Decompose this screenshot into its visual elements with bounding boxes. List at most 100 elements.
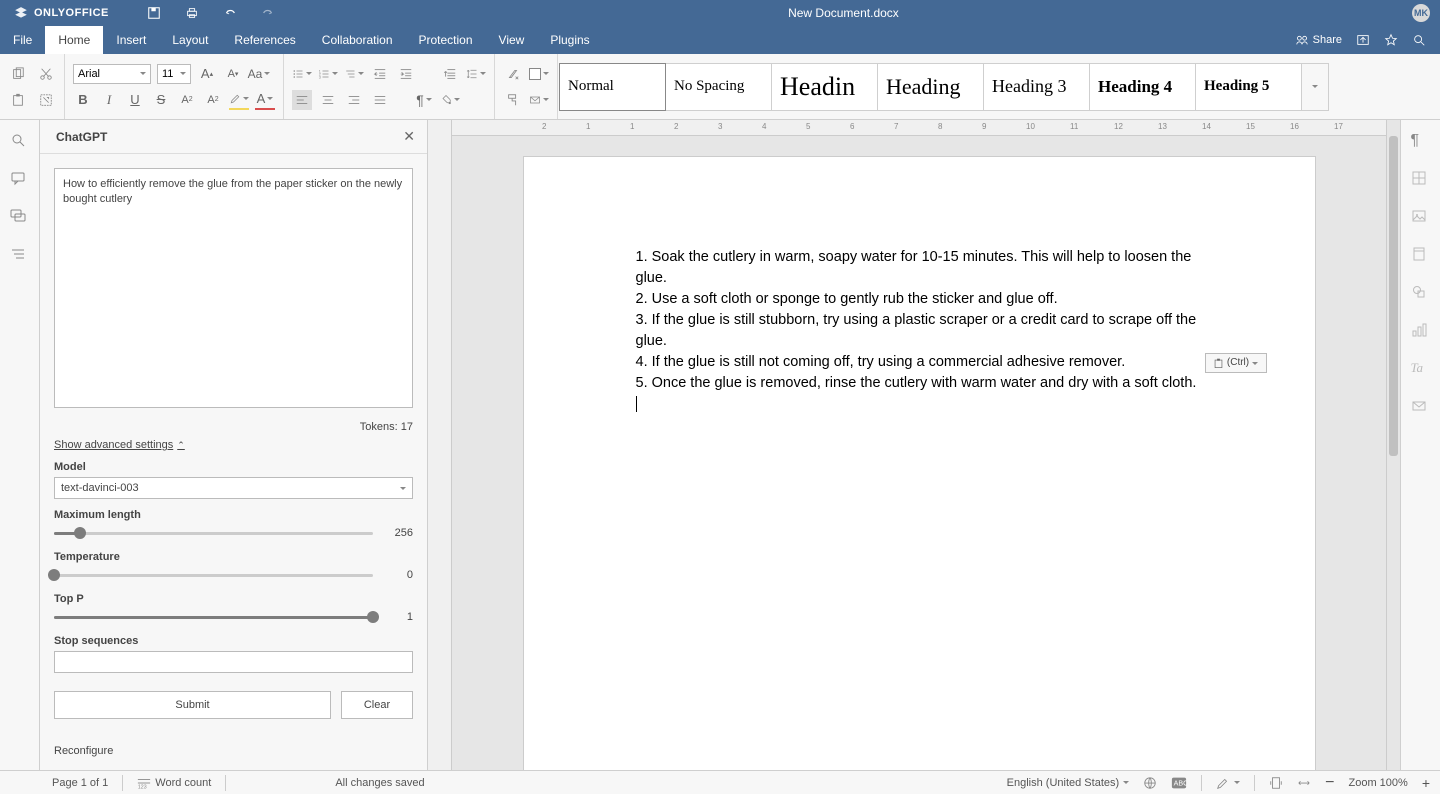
redo-icon[interactable] [261, 6, 275, 20]
superscript-button[interactable]: A2 [177, 90, 197, 110]
tab-references[interactable]: References [221, 26, 308, 54]
style-heading1[interactable]: Headin [771, 63, 878, 111]
decrease-indent-alt-button[interactable] [440, 64, 460, 84]
document-line[interactable]: 5. Once the glue is removed, rinse the c… [636, 373, 1203, 394]
prompt-textarea[interactable] [54, 168, 413, 408]
topp-slider[interactable] [54, 609, 373, 625]
style-normal[interactable]: Normal [559, 63, 666, 111]
tab-plugins[interactable]: Plugins [537, 26, 602, 54]
align-right-button[interactable] [344, 90, 364, 110]
save-icon[interactable] [147, 6, 161, 20]
tab-home[interactable]: Home [45, 26, 103, 54]
italic-button[interactable]: I [99, 90, 119, 110]
paste-options-button[interactable]: (Ctrl) [1205, 353, 1267, 373]
submit-button[interactable]: Submit [54, 691, 331, 719]
tab-insert[interactable]: Insert [103, 26, 159, 54]
shape-settings-icon[interactable] [1411, 284, 1431, 304]
status-language[interactable]: English (United States) [1007, 777, 1130, 789]
select-all-icon[interactable] [36, 90, 56, 110]
status-wordcount[interactable]: 123 Word count [137, 777, 211, 789]
tab-protection[interactable]: Protection [406, 26, 486, 54]
style-heading5[interactable]: Heading 5 [1195, 63, 1302, 111]
header-footer-icon[interactable] [1411, 246, 1431, 266]
maxlen-slider[interactable] [54, 525, 373, 541]
decrease-indent-button[interactable] [370, 64, 390, 84]
increase-indent-button[interactable] [396, 64, 416, 84]
fit-width-icon[interactable] [1297, 776, 1311, 790]
bold-button[interactable]: B [73, 90, 93, 110]
style-no-spacing[interactable]: No Spacing [665, 63, 772, 111]
find-icon[interactable] [10, 132, 30, 152]
decrease-font-icon[interactable]: A▾ [223, 64, 243, 84]
comments-icon[interactable] [10, 170, 30, 190]
font-color-button[interactable]: A [255, 90, 275, 110]
document-scroll[interactable]: 1. Soak the cutlery in warm, soapy water… [452, 120, 1386, 770]
align-left-button[interactable] [292, 90, 312, 110]
bullet-list-button[interactable] [292, 64, 312, 84]
navigation-icon[interactable] [10, 246, 30, 266]
highlight-color-button[interactable] [229, 90, 249, 110]
zoom-in-button[interactable]: + [1422, 775, 1430, 791]
track-changes-icon[interactable] [1216, 776, 1240, 790]
document-page[interactable]: 1. Soak the cutlery in warm, soapy water… [523, 156, 1316, 770]
subscript-button[interactable]: A2 [203, 90, 223, 110]
zoom-level[interactable]: Zoom 100% [1349, 777, 1408, 789]
format-painter-button[interactable] [503, 90, 523, 110]
fit-page-icon[interactable] [1269, 776, 1283, 790]
tab-file[interactable]: File [0, 26, 45, 54]
mailmerge-button[interactable] [529, 90, 549, 110]
cut-icon[interactable] [36, 64, 56, 84]
document-line[interactable]: 4. If the glue is still not coming off, … [636, 352, 1203, 373]
undo-icon[interactable] [223, 6, 237, 20]
open-location-icon[interactable] [1356, 33, 1370, 47]
document-line[interactable]: 3. If the glue is still stubborn, try us… [636, 310, 1203, 352]
clear-style-button[interactable] [503, 64, 523, 84]
model-select[interactable]: text-davinci-003 [54, 477, 413, 499]
multilevel-list-button[interactable] [344, 64, 364, 84]
reconfigure-link[interactable]: Reconfigure [54, 745, 413, 757]
align-justify-button[interactable] [370, 90, 390, 110]
share-button[interactable]: Share [1295, 33, 1342, 47]
spellcheck-toggle-icon[interactable]: ABC [1171, 776, 1187, 790]
change-case-icon[interactable]: Aa [249, 64, 269, 84]
tab-collaboration[interactable]: Collaboration [309, 26, 406, 54]
style-heading3[interactable]: Heading 3 [983, 63, 1090, 111]
user-avatar[interactable]: MK [1412, 4, 1430, 22]
paste-icon[interactable] [8, 90, 28, 110]
increase-font-icon[interactable]: A▴ [197, 64, 217, 84]
number-list-button[interactable]: 123 [318, 64, 338, 84]
search-icon[interactable] [1412, 33, 1426, 47]
textart-settings-icon[interactable]: Ta [1411, 360, 1431, 380]
fill-color-button[interactable] [529, 64, 549, 84]
advanced-settings-toggle[interactable]: Show advanced settings ⌃ [54, 439, 185, 451]
table-settings-icon[interactable] [1411, 170, 1431, 190]
stop-sequences-input[interactable] [54, 651, 413, 673]
mail-settings-icon[interactable] [1411, 398, 1431, 418]
favorite-icon[interactable] [1384, 33, 1398, 47]
nonprinting-button[interactable]: ¶ [414, 90, 434, 110]
shading-button[interactable] [440, 90, 460, 110]
paragraph-settings-icon[interactable]: ¶ [1411, 132, 1431, 152]
close-panel-button[interactable]: ✕ [403, 128, 415, 145]
status-page[interactable]: Page 1 of 1 [52, 777, 108, 789]
temperature-slider[interactable] [54, 567, 373, 583]
font-size-input[interactable]: 11 [157, 64, 191, 84]
line-spacing-button[interactable] [466, 64, 486, 84]
document-line[interactable]: 2. Use a soft cloth or sponge to gently … [636, 289, 1203, 310]
style-heading4[interactable]: Heading 4 [1089, 63, 1196, 111]
image-settings-icon[interactable] [1411, 208, 1431, 228]
vertical-scrollbar[interactable] [1386, 120, 1400, 770]
print-icon[interactable] [185, 6, 199, 20]
chart-settings-icon[interactable] [1411, 322, 1431, 342]
spellcheck-icon[interactable] [1143, 776, 1157, 790]
underline-button[interactable]: U [125, 90, 145, 110]
copy-icon[interactable] [8, 64, 28, 84]
tab-view[interactable]: View [486, 26, 538, 54]
align-center-button[interactable] [318, 90, 338, 110]
chat-icon[interactable] [10, 208, 30, 228]
strikethrough-button[interactable]: S [151, 90, 171, 110]
document-line[interactable]: 1. Soak the cutlery in warm, soapy water… [636, 247, 1203, 289]
tab-layout[interactable]: Layout [159, 26, 221, 54]
zoom-out-button[interactable]: − [1325, 774, 1334, 792]
style-dropdown-button[interactable] [1301, 63, 1329, 111]
